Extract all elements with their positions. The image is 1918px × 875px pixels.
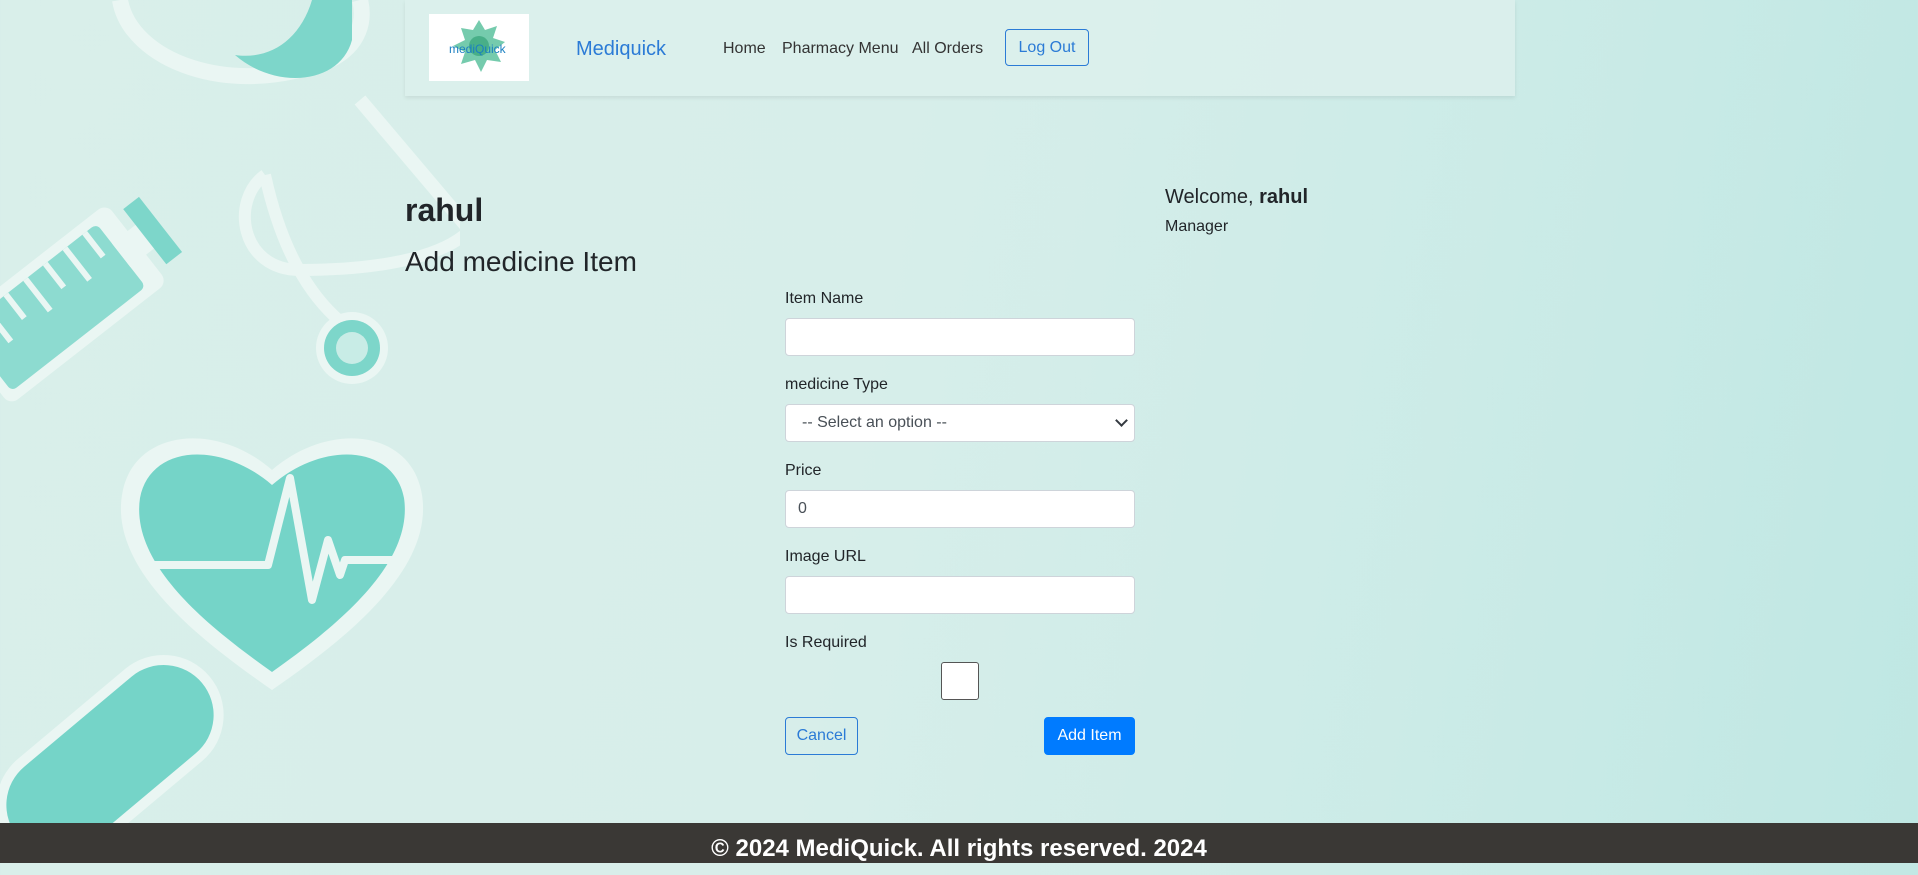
footer: © 2024 MediQuick. All rights reserved. 2… bbox=[0, 823, 1918, 863]
nav-link-pharmacy-menu[interactable]: Pharmacy Menu bbox=[782, 40, 899, 58]
item-name-label: Item Name bbox=[785, 290, 864, 307]
welcome-prefix: Welcome, bbox=[1165, 186, 1260, 208]
medical-background-illustration bbox=[0, 0, 460, 823]
image-url-label: Image URL bbox=[785, 548, 866, 565]
image-url-input[interactable] bbox=[785, 576, 1135, 614]
chevron-down-icon bbox=[1115, 414, 1128, 427]
nav-link-home[interactable]: Home bbox=[723, 40, 766, 58]
user-role: Manager bbox=[1165, 218, 1229, 235]
logo-text: mediQuick bbox=[449, 42, 506, 56]
logo[interactable]: mediQuick bbox=[429, 14, 529, 81]
navbar: mediQuick Mediquick Home Pharmacy Menu A… bbox=[405, 0, 1515, 96]
price-label: Price bbox=[785, 462, 822, 479]
medicine-type-label: medicine Type bbox=[785, 376, 888, 393]
price-input[interactable] bbox=[785, 490, 1135, 528]
is-required-checkbox[interactable] bbox=[941, 662, 979, 700]
page-title: Add medicine Item bbox=[405, 246, 637, 277]
is-required-label: Is Required bbox=[785, 634, 867, 651]
medicine-type-selected: -- Select an option -- bbox=[802, 414, 947, 431]
brand-link[interactable]: Mediquick bbox=[576, 38, 666, 61]
medicine-type-select[interactable]: -- Select an option -- bbox=[785, 404, 1135, 442]
footer-copyright: © 2024 MediQuick. All rights reserved. 2… bbox=[711, 835, 1207, 862]
item-name-input[interactable] bbox=[785, 318, 1135, 356]
welcome-message: Welcome, rahul bbox=[1165, 186, 1308, 209]
add-item-button[interactable]: Add Item bbox=[1044, 717, 1135, 755]
welcome-username: rahul bbox=[1259, 186, 1309, 208]
user-name-heading: rahul bbox=[405, 192, 484, 228]
cancel-button[interactable]: Cancel bbox=[785, 717, 858, 755]
logout-button[interactable]: Log Out bbox=[1005, 29, 1089, 66]
nav-link-all-orders[interactable]: All Orders bbox=[912, 40, 983, 58]
